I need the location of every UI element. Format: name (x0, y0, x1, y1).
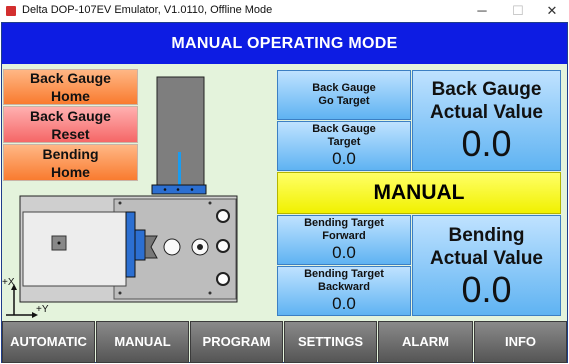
bending-head (125, 211, 136, 278)
nav-info-button[interactable]: INFO (474, 321, 567, 363)
field-label-line2: Backward (318, 281, 370, 293)
bending-target-backward-value: 0.0 (332, 294, 356, 313)
nav-manual-button[interactable]: MANUAL (96, 321, 189, 363)
display-label-line1: Back Gauge (431, 79, 542, 100)
mode-banner: MANUAL (277, 172, 561, 214)
minimize-icon[interactable]: ─ (465, 0, 499, 22)
display-label-line1: Bending (448, 225, 525, 246)
nav-alarm-button[interactable]: ALARM (378, 321, 473, 363)
back-gauge-actual-value: 0.0 (461, 123, 512, 164)
app-icon (6, 6, 16, 16)
maximize-icon[interactable]: ☐ (501, 0, 535, 22)
back-gauge-actual-value-display: Back Gauge Actual Value 0.0 (412, 70, 561, 171)
y-axis-label: +Y (36, 304, 49, 315)
bending-actual-value: 0.0 (461, 269, 512, 310)
nav-settings-button[interactable]: SETTINGS (284, 321, 377, 363)
machine-diagram: +X +Y (2, 76, 238, 318)
workpiece (22, 211, 127, 287)
field-label-line1: Back Gauge (312, 123, 376, 135)
nav-automatic-button[interactable]: AUTOMATIC (2, 321, 95, 363)
field-label-line1: Bending Target (304, 217, 384, 229)
back-gauge-target-input[interactable]: Back Gauge Target 0.0 (277, 121, 411, 171)
window-title: Delta DOP-107EV Emulator, V1.0110, Offli… (22, 4, 273, 16)
page-title: MANUAL OPERATING MODE (2, 23, 567, 64)
x-axis-label: +X (2, 277, 15, 288)
display-label-line2: Actual Value (430, 248, 543, 269)
nav-program-button[interactable]: PROGRAM (190, 321, 283, 363)
bending-actual-value-display: Bending Actual Value 0.0 (412, 215, 561, 316)
bending-target-forward-input[interactable]: Bending Target Forward 0.0 (277, 215, 411, 265)
close-icon[interactable]: ✕ (535, 0, 569, 22)
field-label-line2: Target (327, 136, 361, 148)
display-label-line2: Actual Value (430, 102, 543, 123)
field-label-line2: Forward (322, 230, 366, 242)
bending-pin (163, 238, 181, 256)
bending-target-backward-input[interactable]: Bending Target Backward 0.0 (277, 266, 411, 316)
back-gauge-go-target-button[interactable]: Back Gauge Go Target (277, 70, 411, 120)
field-label-line1: Bending Target (304, 268, 384, 280)
back-gauge-target-value: 0.0 (332, 149, 356, 168)
gauge-indicator (178, 152, 181, 186)
bending-target-forward-value: 0.0 (332, 243, 356, 262)
button-label-line2: Go Target (318, 95, 370, 107)
button-label-line1: Back Gauge (312, 82, 376, 94)
